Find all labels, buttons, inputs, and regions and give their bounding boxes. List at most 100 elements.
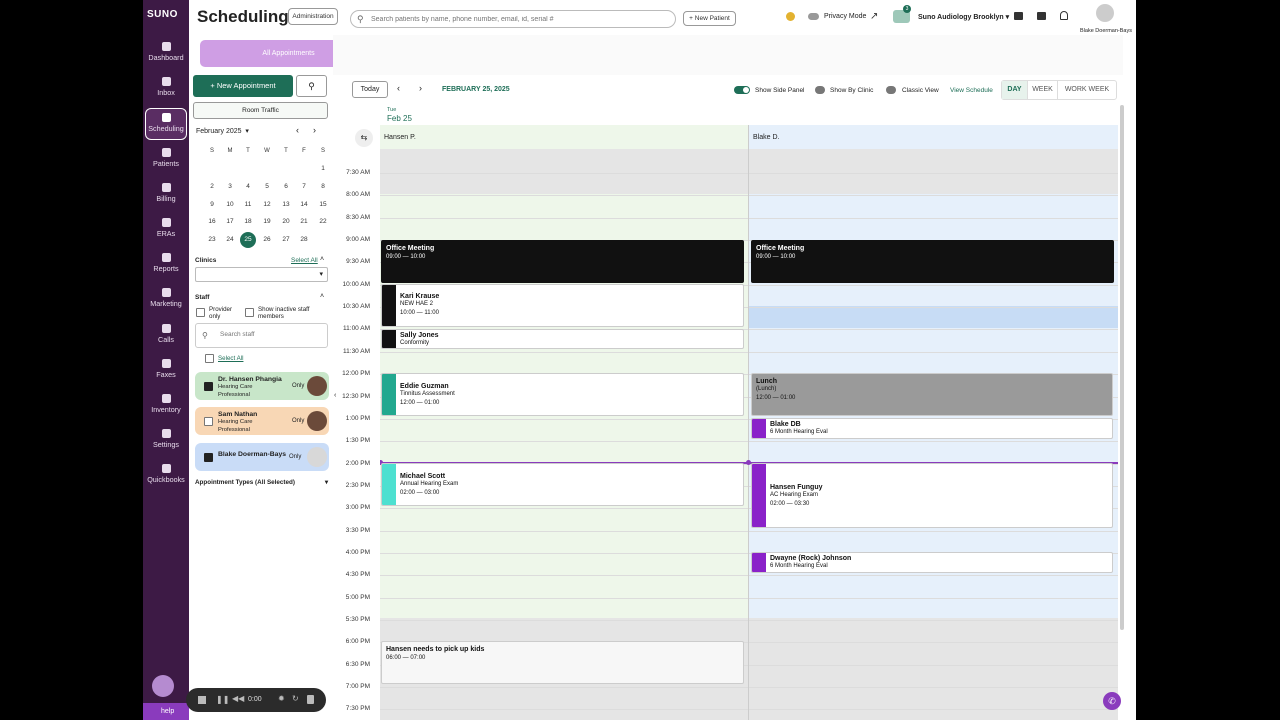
- scrollbar[interactable]: [1120, 105, 1124, 630]
- prev-day-icon[interactable]: ‹: [397, 83, 400, 93]
- calendar-day[interactable]: 23: [204, 233, 220, 247]
- appointment-event[interactable]: Dwayne (Rock) Johnson 6 Month Hearing Eva…: [751, 552, 1113, 573]
- staff-checkbox[interactable]: [204, 417, 213, 426]
- calendar-day[interactable]: 11: [240, 198, 256, 212]
- mail-icon[interactable]: [1037, 12, 1046, 20]
- appointment-event[interactable]: Michael Scott Annual Hearing Exam 02:00 — …: [381, 463, 744, 506]
- nav-item-quickbooks[interactable]: Quickbooks: [145, 460, 187, 492]
- reminder-event[interactable]: Hansen needs to pick up kids 06:00 — 07:0…: [381, 641, 744, 684]
- lunch-event[interactable]: Lunch (Lunch) 12:00 — 01:00: [751, 373, 1113, 416]
- nav-item-settings[interactable]: Settings: [145, 425, 187, 457]
- search-staff-input[interactable]: [220, 331, 320, 338]
- clinics-collapse-icon[interactable]: ˄: [320, 256, 324, 263]
- staff-only-button[interactable]: Only: [289, 454, 301, 460]
- appointment-event[interactable]: Blake DB 6 Month Hearing Eval: [751, 418, 1113, 439]
- calendar-day[interactable]: 9: [204, 198, 220, 212]
- nav-item-billing[interactable]: Billing: [145, 179, 187, 211]
- clinic-selector[interactable]: Suno Audiology Brooklyn ▾: [918, 13, 1009, 21]
- nav-item-scheduling[interactable]: Scheduling: [145, 108, 187, 141]
- select-all-staff-checkbox[interactable]: [205, 354, 214, 363]
- staff-only-button[interactable]: Only: [292, 418, 304, 424]
- nav-item-inventory[interactable]: Inventory: [145, 390, 187, 422]
- appointment-event[interactable]: Kari Krause NEW HAE 2 10:00 — 11:00: [381, 284, 744, 327]
- view-day-button[interactable]: DAY: [1002, 81, 1027, 99]
- bell-icon[interactable]: [1060, 11, 1068, 20]
- classic-view-toggle[interactable]: [886, 86, 896, 94]
- appointment-event[interactable]: Sally Jones Conformity: [381, 329, 744, 349]
- stop-icon[interactable]: [198, 696, 206, 704]
- prev-month-icon[interactable]: ‹: [296, 125, 299, 135]
- rewind-icon[interactable]: ◀◀: [232, 694, 244, 703]
- staff-checkbox[interactable]: [204, 382, 213, 391]
- calendar-day[interactable]: 28: [296, 233, 312, 247]
- calendar-day[interactable]: 10: [222, 198, 238, 212]
- view-week-button[interactable]: WEEK: [1027, 81, 1057, 99]
- nav-item-patients[interactable]: Patients: [145, 144, 187, 176]
- calendar-day[interactable]: 25: [240, 232, 256, 249]
- settings-icon[interactable]: ✹: [278, 694, 285, 703]
- collapse-panel-icon[interactable]: ‹: [334, 392, 336, 399]
- appointment-types-filter[interactable]: Appointment Types (All Selected) ▾: [195, 479, 328, 486]
- administration-button[interactable]: Administration: [288, 8, 338, 25]
- restart-icon[interactable]: ↻: [292, 694, 299, 703]
- calendar-day[interactable]: 15: [315, 198, 331, 212]
- calendar-day[interactable]: 19: [259, 215, 275, 229]
- chat-bubble-icon[interactable]: [152, 675, 174, 697]
- trash-icon[interactable]: [307, 695, 314, 704]
- calendar-day[interactable]: 12: [259, 198, 275, 212]
- appointment-event[interactable]: Hansen Funguy AC Hearing Exam 02:00 — 03:3…: [751, 463, 1113, 528]
- calendar-day[interactable]: 24: [222, 233, 238, 247]
- calendar-day[interactable]: 16: [204, 215, 220, 229]
- calendar-day[interactable]: 1: [315, 162, 331, 176]
- calendar-day[interactable]: 13: [278, 198, 294, 212]
- staff-card[interactable]: Dr. Hansen Phangia Hearing Care Professio…: [195, 372, 329, 400]
- appointment-event[interactable]: Eddie Guzman Tinnitus Assessment 12:00 — 0…: [381, 373, 744, 416]
- clinics-select-all-link[interactable]: Select All: [291, 257, 318, 264]
- calendar-day[interactable]: 20: [278, 215, 294, 229]
- search-staff-field[interactable]: ⚲: [195, 323, 328, 348]
- phone-fab[interactable]: ✆: [1103, 692, 1121, 710]
- search-input[interactable]: [371, 13, 661, 25]
- side-panel-toggle[interactable]: [734, 86, 750, 94]
- calendar-day[interactable]: 4: [240, 180, 256, 194]
- nav-item-dashboard[interactable]: Dashboard: [145, 38, 187, 70]
- select-all-staff-link[interactable]: Select All: [218, 355, 243, 362]
- pause-icon[interactable]: ❚❚: [216, 695, 229, 704]
- clinics-dropdown[interactable]: ▾: [195, 267, 328, 282]
- staff-card[interactable]: Sam Nathan Hearing Care Professional Only: [195, 407, 329, 435]
- calendar-day[interactable]: 5: [259, 180, 275, 194]
- office-meeting-event[interactable]: Office Meeting 09:00 — 10:00: [751, 240, 1114, 283]
- trend-icon[interactable]: ↗: [870, 11, 878, 22]
- view-schedule-link[interactable]: View Schedule: [950, 87, 993, 94]
- staff-checkbox[interactable]: [204, 453, 213, 462]
- swap-columns-button[interactable]: ⇆: [355, 129, 373, 147]
- room-traffic-button[interactable]: Room Traffic: [193, 102, 328, 119]
- calendar-day[interactable]: 26: [259, 233, 275, 247]
- provider-only-checkbox[interactable]: [196, 308, 205, 317]
- calendar-day[interactable]: 27: [278, 233, 294, 247]
- calendar-day[interactable]: 22: [315, 215, 331, 229]
- today-button[interactable]: Today: [352, 81, 388, 98]
- new-appointment-button[interactable]: + New Appointment: [193, 75, 293, 97]
- calendar-day[interactable]: 3: [222, 180, 238, 194]
- search-bar[interactable]: ⚲: [350, 10, 676, 28]
- nav-item-inbox[interactable]: Inbox: [145, 73, 187, 105]
- month-selector[interactable]: February 2025 ▾: [196, 127, 249, 135]
- calendar-day[interactable]: 14: [296, 198, 312, 212]
- staff-card[interactable]: Blake Doerman-Bays Only: [195, 443, 329, 471]
- nav-item-marketing[interactable]: Marketing: [145, 284, 187, 316]
- help-button[interactable]: help: [143, 703, 189, 720]
- staff-only-button[interactable]: Only: [292, 383, 304, 389]
- briefcase-icon[interactable]: [1014, 12, 1023, 20]
- blake-selected-slot[interactable]: [749, 306, 1118, 328]
- new-patient-button[interactable]: + New Patient: [683, 11, 736, 26]
- office-meeting-event[interactable]: Office Meeting 09:00 — 10:00: [381, 240, 744, 283]
- by-clinic-toggle[interactable]: [815, 86, 825, 94]
- calendar-day[interactable]: 6: [278, 180, 294, 194]
- calendar-day[interactable]: 18: [240, 215, 256, 229]
- show-inactive-checkbox[interactable]: [245, 308, 254, 317]
- coin-icon[interactable]: [786, 12, 795, 21]
- calendar-day[interactable]: 7: [296, 180, 312, 194]
- privacy-toggle[interactable]: [808, 13, 819, 20]
- user-avatar[interactable]: [1096, 4, 1114, 22]
